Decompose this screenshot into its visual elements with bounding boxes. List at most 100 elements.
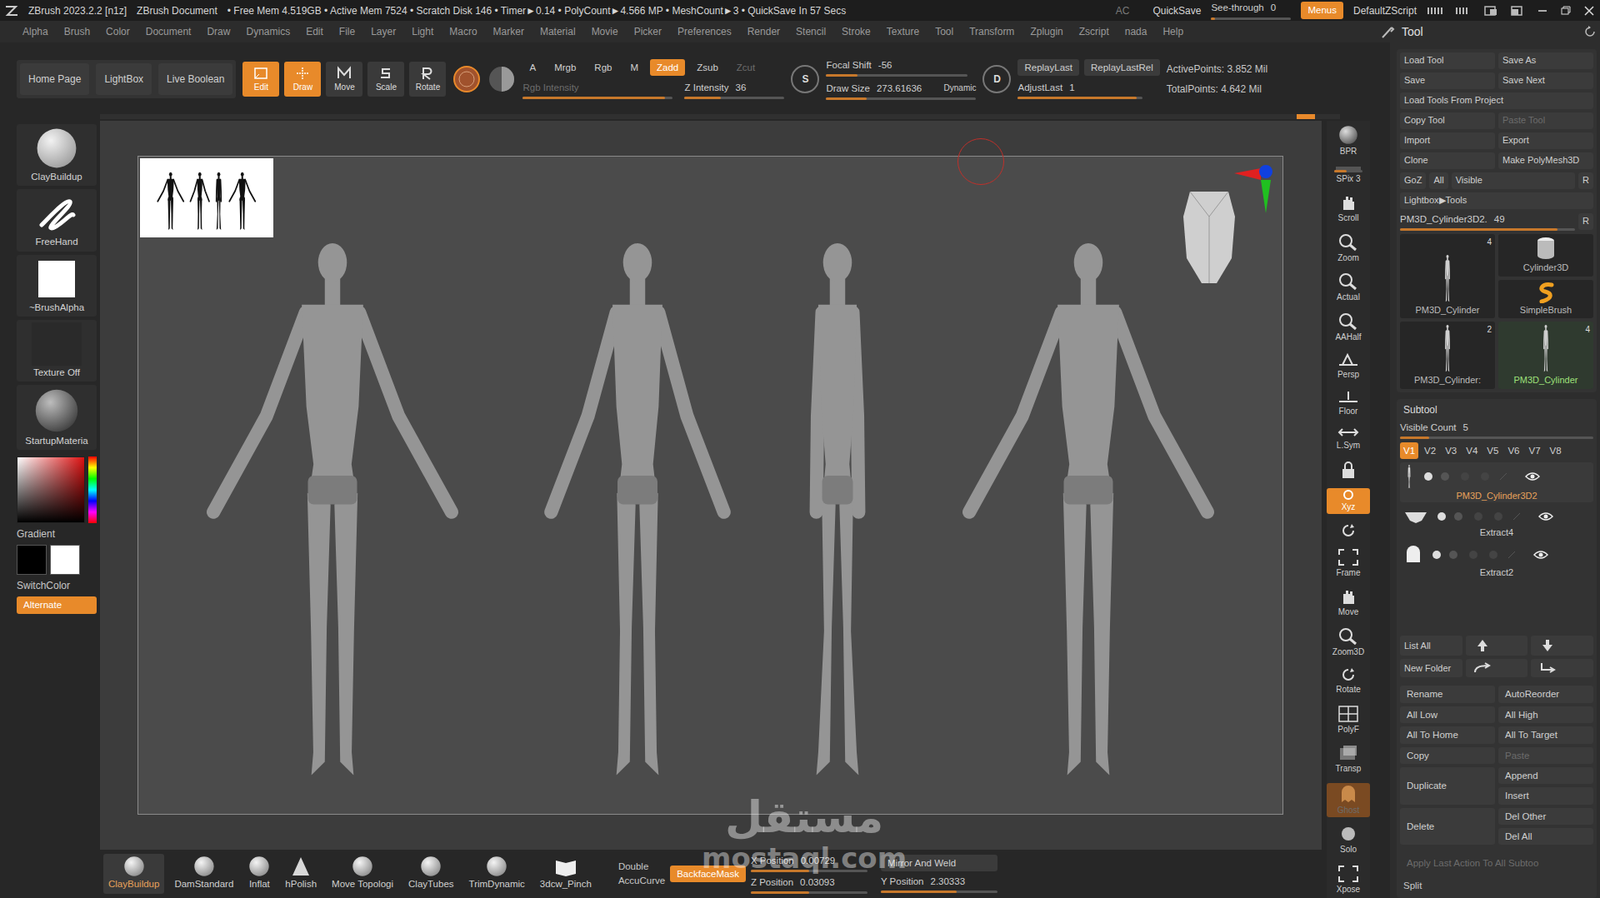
brush-tile[interactable]: ClayBuildup — [16, 124, 97, 186]
focal-shift-slider-track[interactable] — [825, 74, 968, 77]
subtool-row[interactable]: Extract4 — [1400, 505, 1594, 540]
tool-thumbnail[interactable]: 2PM3D_Cylinder: — [1400, 321, 1495, 390]
z-position-slider[interactable]: Z Position0.03093 — [750, 875, 868, 895]
tool-button[interactable]: R — [1578, 172, 1594, 190]
backface-mask-toggle[interactable]: BackfaceMask — [670, 865, 746, 883]
canvas-area[interactable] — [100, 120, 1322, 850]
tool-button[interactable]: All — [1429, 172, 1448, 190]
menu-item[interactable]: Picker — [626, 24, 670, 40]
tool-button[interactable]: Save — [1400, 72, 1495, 90]
version-button[interactable]: V6 — [1504, 442, 1523, 460]
y-position-slider-track[interactable] — [880, 890, 998, 894]
visibility-eye-icon[interactable] — [1538, 511, 1554, 522]
gradient-label[interactable]: Gradient — [16, 526, 97, 542]
subtool-action-button[interactable]: Append — [1498, 767, 1594, 785]
dynamic-label[interactable]: Dynamic — [944, 81, 977, 96]
version-button[interactable]: V7 — [1525, 442, 1544, 460]
menu-item[interactable]: Movie — [584, 24, 627, 40]
brush-slot[interactable]: Move Topologi — [326, 854, 399, 894]
see-through-slider[interactable]: See-through0 — [1210, 0, 1291, 20]
brush-slot[interactable]: hPolish — [280, 854, 322, 894]
menu-item[interactable]: Brush — [56, 24, 99, 40]
subtool-action-button[interactable]: Insert — [1498, 787, 1594, 805]
lock-button[interactable] — [1326, 460, 1370, 482]
tool-button[interactable]: Lightbox▶Tools — [1400, 192, 1594, 210]
channel-button[interactable]: Zsub — [690, 59, 725, 76]
adjust-last-slider-track[interactable] — [1017, 96, 1143, 100]
double-toggle[interactable]: Double — [618, 860, 665, 875]
menu-item[interactable]: Material — [532, 24, 585, 40]
spin-button[interactable] — [1326, 521, 1370, 540]
menu-item[interactable]: Layer — [363, 24, 405, 40]
s-icon[interactable]: S — [790, 65, 820, 94]
tool-button[interactable]: Load Tool — [1400, 52, 1495, 70]
subtool-action-button[interactable]: Copy — [1400, 747, 1495, 765]
subtool-action-button[interactable]: All To Home — [1400, 726, 1495, 744]
solo-button[interactable]: Solo — [1326, 824, 1370, 857]
menu-item[interactable]: Texture — [879, 24, 928, 40]
brush-slot[interactable]: ClayBuildup — [103, 854, 165, 894]
current-tool-r[interactable]: R — [1578, 213, 1594, 230]
color-picker[interactable] — [16, 456, 97, 524]
tool-button[interactable]: Make PolyMesh3D — [1498, 152, 1594, 170]
material-tile[interactable]: StartupMateria — [16, 385, 97, 450]
subtool-row[interactable]: PM3D_Cylinder3D2 — [1400, 462, 1594, 503]
rgb-intensity-slider-track[interactable] — [522, 96, 673, 100]
alternate-button[interactable]: Alternate — [16, 596, 97, 614]
floor-button[interactable]: Floor — [1326, 389, 1370, 419]
subtool-action-button[interactable]: Del All — [1498, 828, 1594, 845]
tool-thumbnail[interactable]: SimpleBrush — [1498, 280, 1594, 320]
tool-button[interactable]: Save As — [1498, 52, 1594, 70]
tool-button[interactable]: Import — [1400, 132, 1495, 150]
spix-track[interactable] — [1334, 170, 1363, 173]
hand-button[interactable]: Scroll — [1326, 192, 1370, 225]
subtool-action-button[interactable]: Rename — [1400, 685, 1495, 703]
subtool-action-button[interactable]: All Low — [1400, 706, 1495, 724]
split-button[interactable]: Split — [1400, 875, 1594, 895]
brush-slot[interactable]: DamStandard — [169, 854, 239, 894]
version-button[interactable]: V1 — [1400, 442, 1419, 460]
current-tool-slider[interactable]: PM3D_Cylinder3D2.49 — [1400, 212, 1575, 231]
zoom-button[interactable]: AAHalf — [1326, 311, 1370, 345]
apply-all-button[interactable]: Apply Last Action To All Subtoo — [1400, 855, 1594, 872]
tool-button[interactable]: Save Next — [1498, 72, 1594, 90]
subtool-action-button[interactable]: AutoReorder — [1498, 685, 1594, 703]
menu-item[interactable]: Help — [1155, 24, 1192, 40]
menus-toggle[interactable]: Menus — [1300, 1, 1344, 19]
visible-count-slider[interactable]: Visible Count5 — [1400, 420, 1594, 440]
menu-item[interactable]: Stroke — [834, 24, 880, 40]
color-square[interactable] — [16, 456, 85, 524]
slider-button[interactable]: SPix 3 — [1326, 165, 1370, 186]
menu-item[interactable]: Alpha — [15, 24, 57, 40]
menu-item[interactable]: Zscript — [1071, 24, 1118, 40]
subtool-action-button[interactable]: Delete — [1400, 808, 1495, 846]
visibility-eye-icon[interactable] — [1533, 550, 1549, 560]
y-position-slider[interactable]: Y Position2.30333 — [880, 875, 998, 894]
tool-button[interactable]: Clone — [1400, 152, 1495, 170]
rgb-intensity-slider[interactable]: Rgb Intensity — [522, 80, 673, 100]
menu-item[interactable]: Draw — [199, 24, 239, 40]
tool-button[interactable]: Visible — [1451, 172, 1575, 190]
hand-button[interactable]: Move — [1326, 586, 1370, 620]
z-intensity-slider[interactable]: Z Intensity36 — [684, 80, 785, 100]
see-through-track[interactable] — [1210, 17, 1291, 20]
color-swatch[interactable] — [16, 545, 47, 575]
zoom-button[interactable]: Actual — [1326, 271, 1370, 305]
replay-button[interactable]: ReplayLastRel — [1084, 59, 1160, 76]
menu-item[interactable]: Transform — [961, 24, 1023, 40]
switch-color-button[interactable]: SwitchColor — [16, 578, 97, 594]
xyz-button[interactable]: Xyz — [1326, 488, 1370, 515]
new-folder-button[interactable]: New Folder — [1400, 659, 1463, 678]
version-button[interactable]: V2 — [1420, 442, 1440, 460]
current-tool-slider-track[interactable] — [1400, 228, 1575, 231]
tool-button[interactable]: Copy Tool — [1400, 112, 1495, 130]
channel-button[interactable]: Zcut — [730, 59, 762, 76]
menu-item[interactable]: Render — [740, 24, 789, 40]
focal-shift-slider[interactable]: Focal Shift-56 — [825, 58, 968, 77]
document[interactable] — [137, 155, 1284, 815]
zoom-button[interactable]: Zoom3D — [1326, 626, 1370, 660]
channel-button[interactable]: Mrgb — [547, 59, 583, 76]
tool-button[interactable]: GoZ — [1400, 172, 1426, 190]
edit-mode-button[interactable]: Edit — [242, 61, 280, 97]
subtool-action-button[interactable]: Duplicate — [1400, 767, 1495, 805]
